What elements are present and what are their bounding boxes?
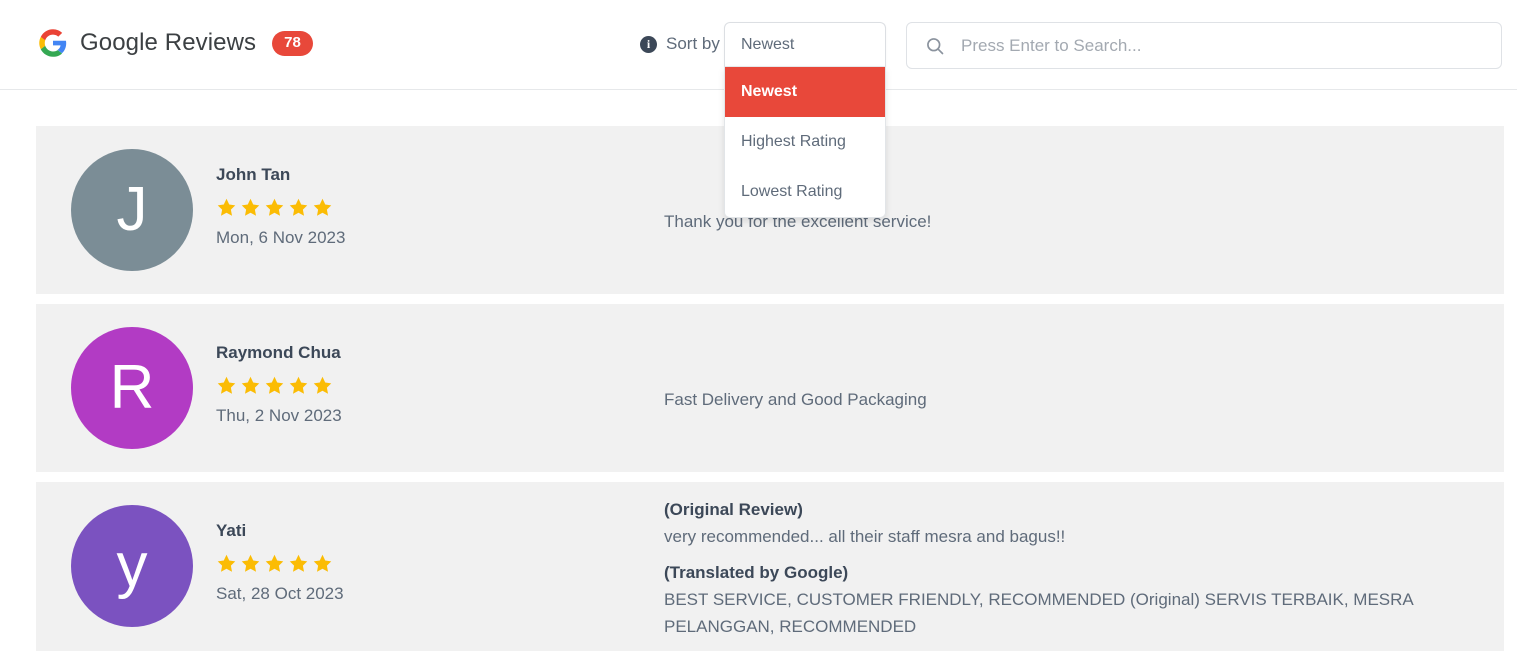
reviewer-name: Raymond Chua — [216, 343, 341, 362]
google-reviews-page: Google Reviews 78 i Sort by Newest Newes… — [0, 0, 1517, 651]
review-text-block-original: (Original Review) very recommended... al… — [664, 496, 1484, 550]
review-count-badge: 78 — [272, 30, 313, 56]
review-meta: Raymond Chua Thu, 2 Nov 2023 — [216, 327, 342, 426]
rating-stars — [216, 197, 345, 218]
review-text: very recommended... all their staff mesr… — [664, 527, 1066, 546]
avatar: J — [71, 149, 193, 271]
avatar: R — [71, 327, 193, 449]
page-title: Google Reviews — [80, 29, 257, 56]
table-row: R Raymond Chua Thu, 2 Nov 2023 Fast Deli… — [36, 304, 1504, 472]
search-input[interactable] — [959, 34, 1483, 57]
review-date: Mon, 6 Nov 2023 — [216, 228, 346, 247]
sort-select[interactable]: Newest Newest Highest Rating Lowest Rati… — [724, 22, 886, 218]
review-text-heading: (Original Review) — [664, 500, 803, 519]
review-meta: John Tan Mon, 6 Nov 2023 — [216, 149, 345, 248]
review-text-heading: (Translated by Google) — [664, 563, 849, 582]
sort-option-highest-rating[interactable]: Highest Rating — [725, 117, 885, 167]
reviewer-name: John Tan — [216, 165, 291, 184]
sort-option-lowest-rating[interactable]: Lowest Rating — [725, 167, 885, 217]
google-g-icon — [38, 28, 68, 58]
search-box[interactable] — [906, 22, 1502, 69]
sort-option-newest[interactable]: Newest — [725, 67, 885, 117]
sort-by-label-group: i Sort by — [640, 34, 720, 54]
review-date: Sat, 28 Oct 2023 — [216, 584, 344, 603]
review-author-block: J John Tan Mon, 6 Nov 2023 — [36, 126, 664, 294]
review-body: (Original Review) very recommended... al… — [664, 482, 1504, 651]
table-row: y Yati Sat, 28 Oct 2023 (Original Review… — [36, 482, 1504, 651]
avatar: y — [71, 505, 193, 627]
review-date: Thu, 2 Nov 2023 — [216, 406, 342, 425]
review-text: BEST SERVICE, CUSTOMER FRIENDLY, RECOMME… — [664, 590, 1413, 636]
page-header: Google Reviews 78 i Sort by Newest Newes… — [0, 0, 1517, 218]
review-text-block-translated: (Translated by Google) BEST SERVICE, CUS… — [664, 559, 1484, 640]
info-icon[interactable]: i — [640, 35, 657, 53]
review-author-block: y Yati Sat, 28 Oct 2023 — [36, 482, 664, 650]
sort-by-label: Sort by — [666, 34, 720, 53]
review-meta: Yati Sat, 28 Oct 2023 — [216, 505, 344, 604]
reviewer-name: Yati — [216, 521, 247, 540]
review-text: Fast Delivery and Good Packaging — [664, 390, 927, 409]
search-icon — [925, 36, 945, 56]
review-author-block: R Raymond Chua Thu, 2 Nov 2023 — [36, 304, 664, 472]
review-body: Fast Delivery and Good Packaging — [664, 304, 1504, 433]
brand: Google Reviews 78 — [38, 28, 313, 58]
rating-stars — [216, 553, 344, 574]
rating-stars — [216, 375, 342, 396]
sort-select-value[interactable]: Newest — [724, 22, 886, 67]
sort-options-list: Newest Highest Rating Lowest Rating — [724, 67, 886, 218]
